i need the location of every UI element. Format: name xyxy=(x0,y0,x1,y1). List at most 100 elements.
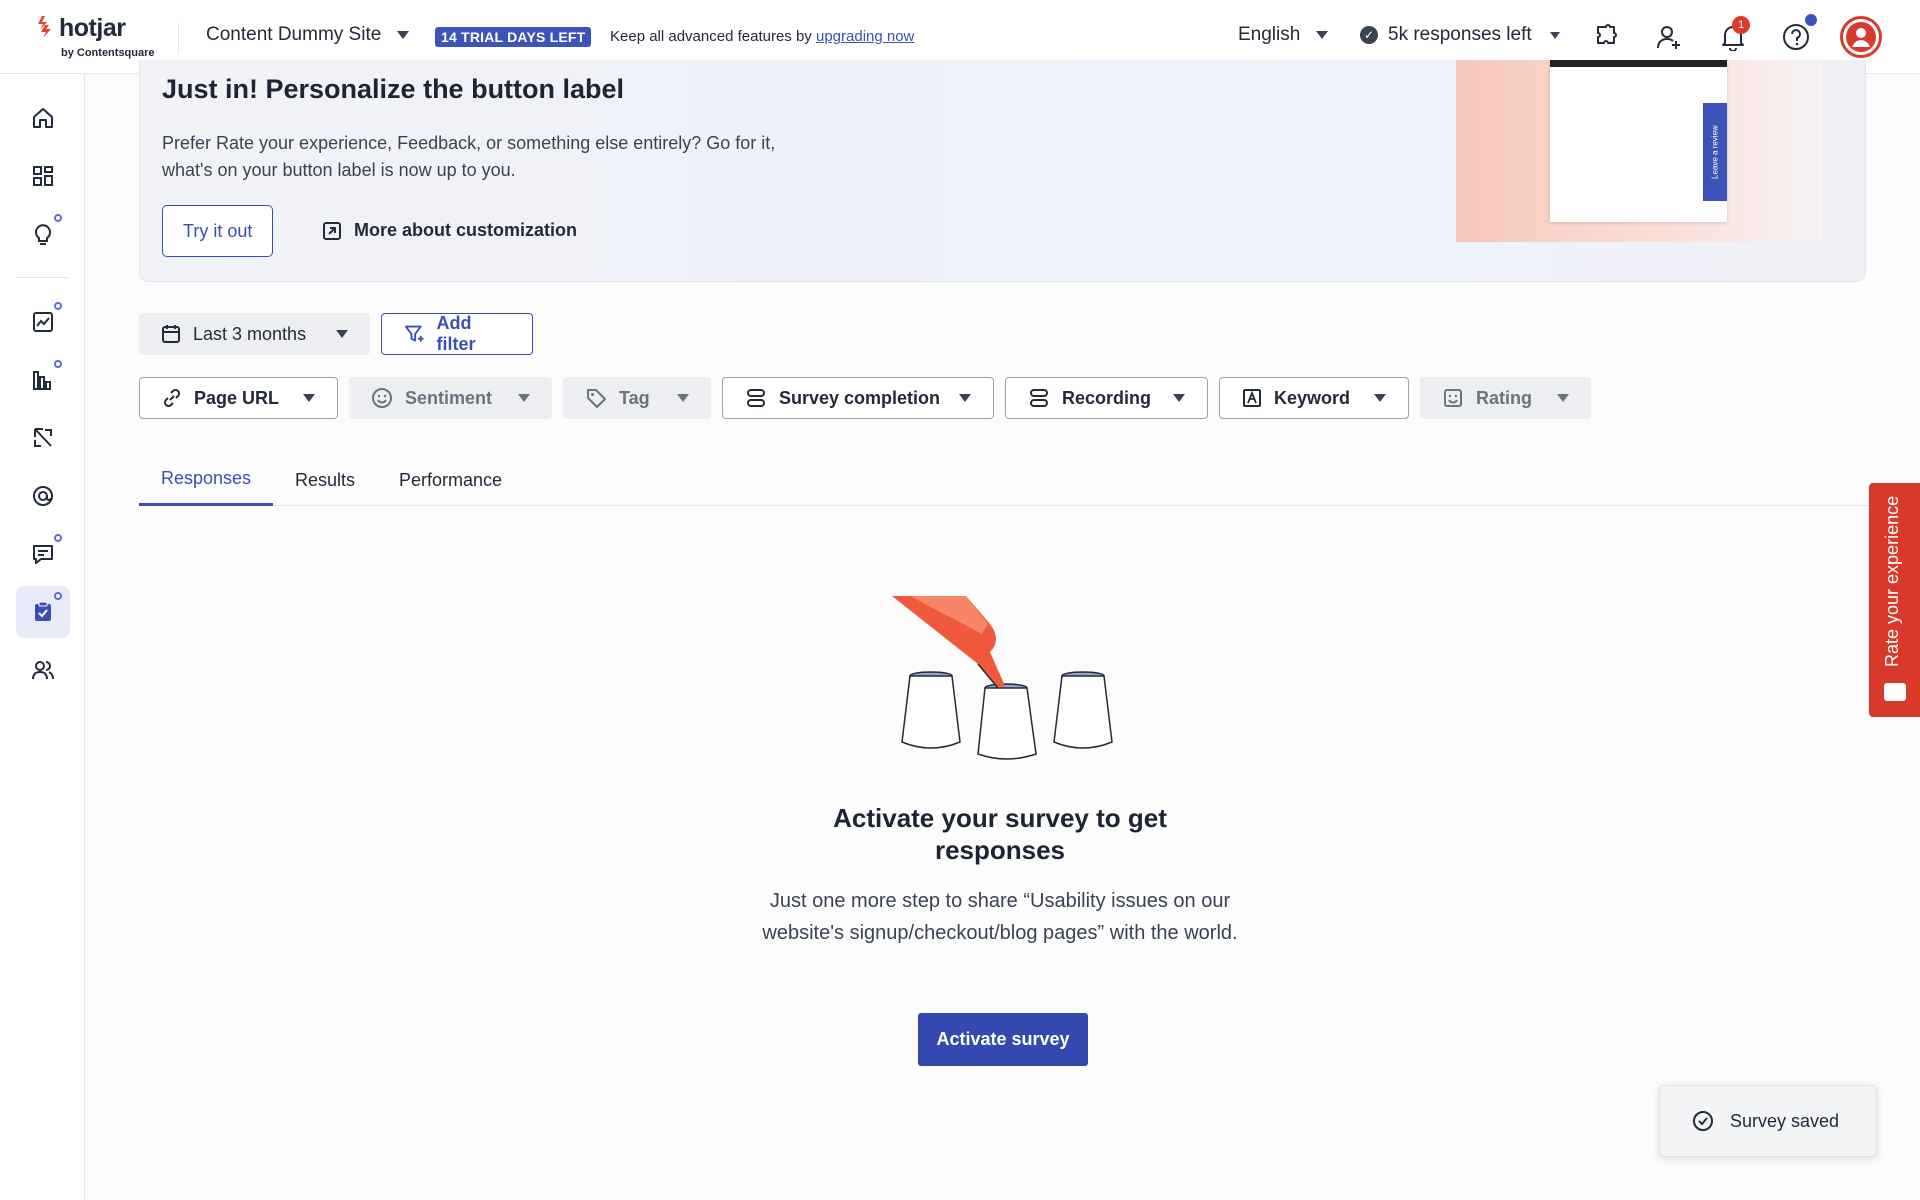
toast-message: Survey saved xyxy=(1730,1110,1840,1131)
sentiment-label: Sentiment xyxy=(405,387,493,408)
chevron-down-icon xyxy=(397,31,410,39)
notification-count-badge: 1 xyxy=(1732,16,1750,34)
sidebar-item-trends[interactable] xyxy=(16,296,70,348)
activate-survey-button[interactable]: Activate survey xyxy=(918,1013,1088,1066)
survey-completion-filter[interactable]: Survey completion xyxy=(722,377,994,419)
feedback-icon xyxy=(33,545,53,564)
more-about-customization-label: More about customization xyxy=(354,220,578,240)
sidebar-item-dashboard[interactable] xyxy=(16,150,70,202)
sidebar xyxy=(0,74,85,1200)
dashboard-icon xyxy=(33,166,53,186)
results-tabs: Responses Results Performance xyxy=(139,454,1869,506)
sidebar-item-highlights[interactable] xyxy=(16,470,70,522)
recording-icon xyxy=(1030,389,1048,407)
filter-plus-icon xyxy=(404,325,424,342)
add-filter-button[interactable]: Add filter xyxy=(381,313,533,355)
rating-icon xyxy=(1444,389,1462,407)
upgrade-text: Keep all advanced features by xyxy=(610,28,812,45)
keyword-filter[interactable]: Keyword xyxy=(1219,377,1409,419)
new-indicator-dot xyxy=(54,302,62,310)
hotjar-logo[interactable]: hotjar by Contentsquare xyxy=(36,14,166,60)
sidebar-item-insights[interactable] xyxy=(16,208,70,260)
invite-user-button[interactable] xyxy=(1650,18,1688,56)
page-url-filter[interactable]: Page URL xyxy=(139,377,338,419)
banner-title: Just in! Personalize the button label xyxy=(162,74,625,104)
empty-state-description: Just one more step to share “Usability i… xyxy=(762,890,1238,944)
add-user-icon xyxy=(1657,26,1680,49)
tab-results[interactable]: Results xyxy=(295,454,355,506)
tab-responses[interactable]: Responses xyxy=(139,454,273,506)
survey-completion-label: Survey completion xyxy=(779,387,941,408)
more-about-customization-link[interactable]: More about customization xyxy=(322,220,577,241)
external-link-icon xyxy=(323,221,341,240)
chevron-down-icon xyxy=(1557,394,1569,402)
user-icon xyxy=(1846,22,1876,52)
check-circle-icon xyxy=(1693,1111,1713,1131)
tag-icon xyxy=(587,389,606,408)
chevron-down-icon xyxy=(1374,394,1386,402)
integrations-button[interactable] xyxy=(1587,18,1625,56)
smiley-icon xyxy=(372,388,392,408)
chevron-down-icon xyxy=(1173,394,1185,402)
trial-badge: 14 TRIAL DAYS LEFT xyxy=(435,27,592,47)
promo-illustration: Leave a review xyxy=(1456,60,1822,242)
help-button[interactable] xyxy=(1777,14,1817,56)
feedback-widget-icon xyxy=(1884,683,1906,701)
new-indicator-dot xyxy=(54,214,62,222)
check-circle-icon: ✓ xyxy=(1360,26,1378,44)
calendar-icon xyxy=(162,325,180,343)
promo-screen-mockup: Leave a review xyxy=(1550,60,1727,222)
survey-saved-toast: Survey saved xyxy=(1659,1085,1877,1157)
rate-your-experience-tab[interactable]: Rate your experience xyxy=(1869,483,1920,717)
lightbulb-icon xyxy=(35,224,51,245)
banner-body: Prefer Rate your experience, Feedback, o… xyxy=(162,133,776,180)
page-url-label: Page URL xyxy=(194,387,280,408)
hotjar-logo-mark-icon xyxy=(38,16,51,38)
chevron-down-icon xyxy=(959,394,971,402)
rating-label: Rating xyxy=(1476,387,1532,408)
tag-filter[interactable]: Tag xyxy=(563,377,711,419)
sentiment-filter[interactable]: Sentiment xyxy=(349,377,552,419)
trends-icon xyxy=(33,312,53,332)
link-icon xyxy=(163,388,181,408)
recordings-icon xyxy=(34,428,52,447)
try-it-out-button[interactable]: Try it out xyxy=(162,205,274,257)
logo-wordmark: hotjar xyxy=(59,14,126,42)
sidebar-item-recordings[interactable] xyxy=(16,412,70,464)
responses-left-label: 5k responses left xyxy=(1388,24,1532,45)
recording-filter[interactable]: Recording xyxy=(1005,377,1208,419)
new-indicator-dot xyxy=(54,360,62,368)
language-label: English xyxy=(1238,24,1301,45)
logo-subtitle: by Contentsquare xyxy=(61,47,155,59)
sidebar-item-feedback[interactable] xyxy=(16,528,70,580)
rating-filter[interactable]: Rating xyxy=(1420,377,1591,419)
recording-label: Recording xyxy=(1062,387,1152,408)
upgrade-link[interactable]: upgrading now xyxy=(816,28,914,45)
sidebar-item-heatmaps[interactable] xyxy=(16,354,70,406)
help-indicator-dot xyxy=(1805,14,1817,26)
date-range-dropdown[interactable]: Last 3 months xyxy=(139,313,370,355)
language-selector[interactable]: English xyxy=(1238,24,1329,46)
sidebar-item-home[interactable] xyxy=(16,92,70,144)
upgrade-message: Keep all advanced features by upgrading … xyxy=(610,28,914,45)
tab-performance[interactable]: Performance xyxy=(399,454,502,506)
notifications-button[interactable]: 1 xyxy=(1714,16,1752,56)
date-range-label: Last 3 months xyxy=(193,323,307,344)
heatmaps-icon xyxy=(33,371,51,390)
sidebar-item-surveys[interactable] xyxy=(16,586,70,638)
interviews-icon xyxy=(32,661,54,680)
sidebar-item-interviews[interactable] xyxy=(16,644,70,696)
keyword-label: Keyword xyxy=(1274,387,1351,408)
site-name: Content Dummy Site xyxy=(206,24,382,45)
tag-label: Tag xyxy=(619,387,650,408)
help-icon xyxy=(1783,24,1809,50)
add-filter-label: Add filter xyxy=(436,313,476,354)
chevron-down-icon xyxy=(303,394,315,402)
highlights-icon xyxy=(33,486,53,506)
site-selector[interactable]: Content Dummy Site xyxy=(206,24,410,46)
user-avatar[interactable] xyxy=(1840,16,1882,58)
home-icon xyxy=(33,108,53,128)
empty-state-title: Activate your survey to get responses xyxy=(833,803,1167,865)
shell-game-illustration xyxy=(892,596,1113,760)
responses-quota-selector[interactable]: ✓ 5k responses left xyxy=(1360,24,1560,46)
